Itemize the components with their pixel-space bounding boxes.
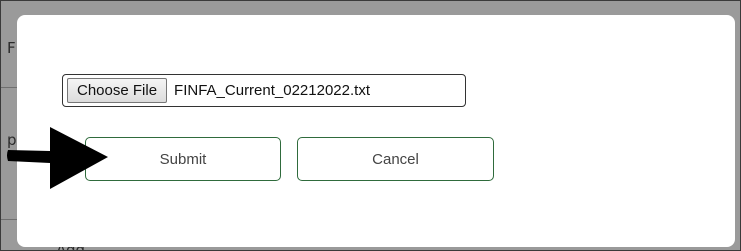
choose-file-button[interactable]: Choose File xyxy=(67,78,168,103)
screenshot-frame: F p Add Choose File FINFA_Current_022120… xyxy=(0,0,741,251)
selected-file-name: FINFA_Current_02212022.txt xyxy=(174,82,370,99)
arrow-right-icon xyxy=(7,127,108,189)
submit-button[interactable]: Submit xyxy=(85,137,281,181)
background-text-fragment: F xyxy=(7,39,16,57)
cancel-button[interactable]: Cancel xyxy=(297,137,494,181)
upload-dialog xyxy=(17,15,735,247)
file-input[interactable]: Choose File FINFA_Current_02212022.txt xyxy=(62,74,466,107)
